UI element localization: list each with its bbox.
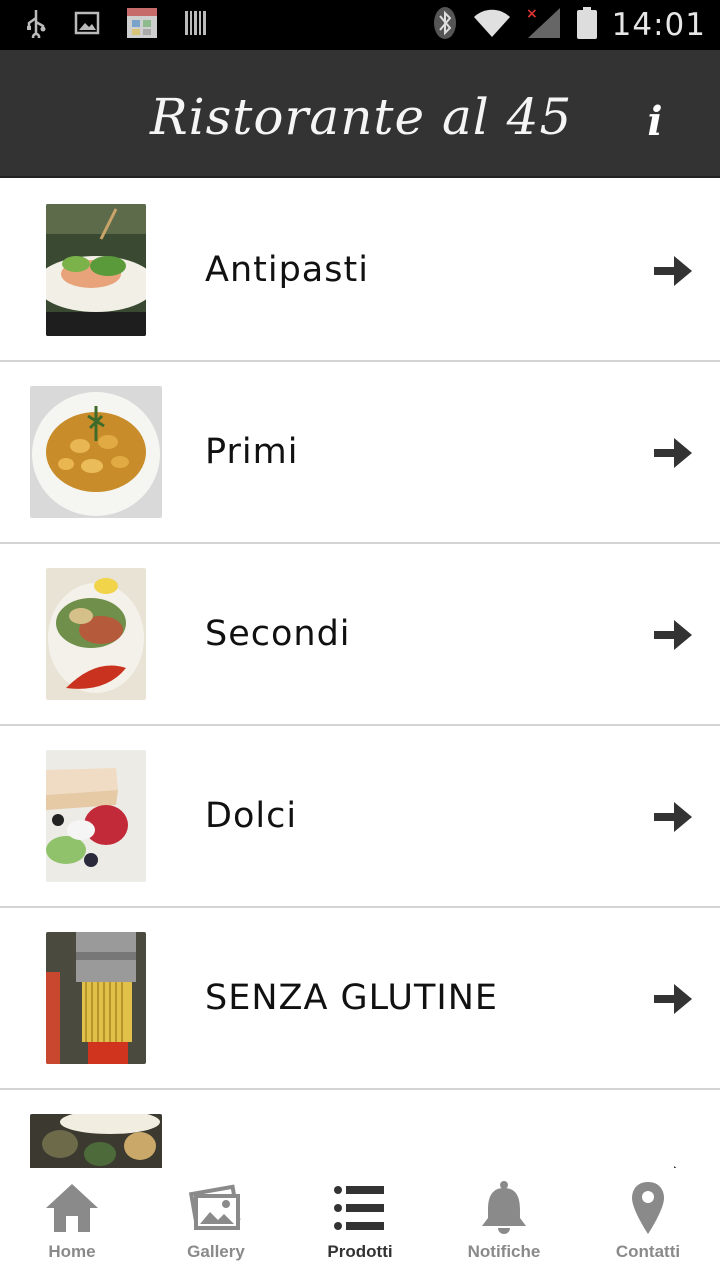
primi-photo	[30, 386, 162, 518]
secondi-photo	[46, 568, 146, 700]
senza-glutine-photo	[46, 932, 146, 1064]
list-item-partial[interactable]	[0, 1090, 720, 1168]
item-label-antipasti: Antipasti	[205, 250, 369, 290]
app-screen: × 14:01 Ristorante al 45 i Antipasti Pri…	[0, 0, 720, 1280]
status-bar: × 14:01	[0, 0, 720, 50]
nav-home[interactable]: Home	[0, 1168, 144, 1280]
antipasti-photo	[46, 204, 146, 336]
info-button[interactable]: i	[640, 102, 670, 142]
item-label-primi: Primi	[205, 432, 299, 472]
nav-label-home: Home	[48, 1242, 96, 1261]
list-item-secondi[interactable]: Secondi	[0, 544, 720, 726]
bluetooth-icon	[432, 6, 458, 44]
wifi-icon	[472, 7, 512, 43]
bell-icon	[482, 1181, 526, 1234]
signal-icon: ×	[526, 6, 562, 44]
partial-photo	[30, 1114, 162, 1168]
page-title: Ristorante al 45	[150, 88, 573, 146]
bottom-nav: Home Gallery Prodotti Notifiche Contatti	[0, 1168, 720, 1280]
gallery-icon	[188, 1184, 241, 1230]
barcode-icon	[184, 9, 208, 41]
list-item-dolci[interactable]: Dolci	[0, 726, 720, 908]
usb-icon	[24, 8, 48, 42]
arrow-right-icon	[654, 802, 692, 832]
nav-prodotti[interactable]: Prodotti	[288, 1168, 432, 1280]
dolci-photo	[46, 750, 146, 882]
home-icon	[46, 1184, 98, 1232]
arrow-right-icon	[654, 620, 692, 650]
map-pin-icon	[632, 1182, 664, 1234]
item-label-senza-glutine: SENZA GLUTINE	[205, 978, 499, 1018]
nav-notifiche[interactable]: Notifiche	[432, 1168, 576, 1280]
nav-label-contatti: Contatti	[615, 1242, 681, 1261]
clock: 14:01	[611, 7, 706, 43]
arrow-right-icon	[654, 984, 692, 1014]
list-icon	[334, 1186, 384, 1230]
item-label-dolci: Dolci	[205, 796, 298, 836]
menu-list: Antipasti Primi Secondi Dolci SENZA GLUT…	[0, 180, 720, 1168]
item-label-secondi: Secondi	[205, 614, 351, 654]
nav-label-notifiche: Notifiche	[467, 1242, 541, 1261]
arrow-right-icon	[654, 438, 692, 468]
calendar-icon	[126, 7, 158, 43]
battery-icon	[576, 6, 598, 44]
list-item-senza-glutine[interactable]: SENZA GLUTINE	[0, 908, 720, 1090]
arrow-right-icon	[654, 256, 692, 286]
app-header: Ristorante al 45 i	[0, 50, 720, 178]
list-item-primi[interactable]: Primi	[0, 362, 720, 544]
image-icon	[74, 11, 100, 39]
svg-text:×: ×	[526, 6, 538, 22]
nav-label-gallery: Gallery	[187, 1242, 245, 1261]
list-item-antipasti[interactable]: Antipasti	[0, 180, 720, 362]
nav-contatti[interactable]: Contatti	[576, 1168, 720, 1280]
nav-label-prodotti: Prodotti	[327, 1242, 393, 1261]
nav-gallery[interactable]: Gallery	[144, 1168, 288, 1280]
